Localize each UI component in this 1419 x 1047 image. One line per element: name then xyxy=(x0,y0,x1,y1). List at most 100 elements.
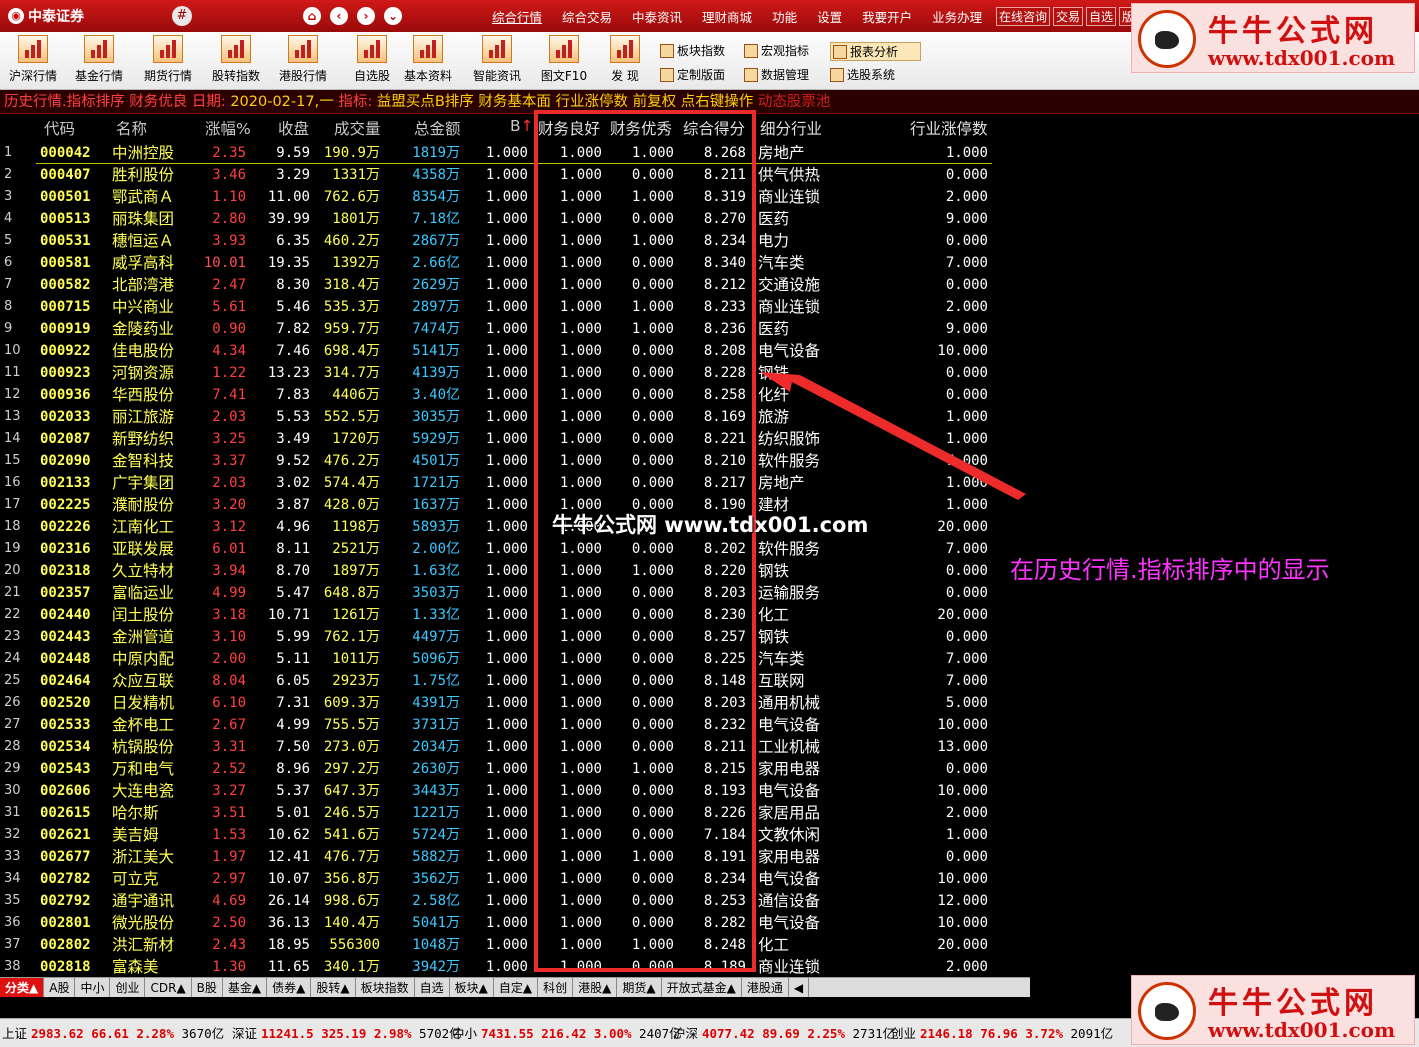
table-row[interactable]: 37 002802 洪汇新材 2.43 18.95 556300 1048万 1.000 1.0… xyxy=(0,934,1000,956)
toolbar-link[interactable]: 数据管理 xyxy=(744,66,809,83)
index-quote[interactable]: 深证 11241.5 325.19 2.98% 5702亿 xyxy=(232,1023,462,1042)
table-row[interactable]: 12 000936 华西股份 7.41 7.83 4406万 3.40亿 1.000 1.000… xyxy=(0,384,1000,406)
category-tab[interactable]: 科创 xyxy=(538,978,574,997)
table-row[interactable]: 27 002533 金杯电工 2.67 4.99 755.5万 3731万 1.000 1.00… xyxy=(0,714,1000,736)
category-tab[interactable]: 自选 xyxy=(415,978,450,997)
toolbar-button[interactable]: 自选股 xyxy=(341,35,403,84)
home-icon[interactable]: ⌂ xyxy=(303,7,321,25)
category-tab[interactable]: 基金▲ xyxy=(223,978,268,997)
col-header-name[interactable]: 名称 xyxy=(116,117,147,139)
category-tab[interactable]: B股 xyxy=(192,978,223,997)
category-tab[interactable]: 开放式基金▲ xyxy=(662,978,742,997)
category-tab[interactable]: CDR▲ xyxy=(145,978,192,997)
toolbar-link[interactable]: 报表分析 xyxy=(830,42,922,61)
table-row[interactable]: 26 002520 日发精机 6.10 7.31 609.3万 4391万 1.000 1.00… xyxy=(0,692,1000,714)
top-menu-item[interactable]: 综合行情 xyxy=(492,7,542,26)
category-tab[interactable]: 自定▲ xyxy=(494,978,539,997)
toolbar-button[interactable]: 图文F10 xyxy=(533,35,595,84)
category-tab[interactable]: 港股▲ xyxy=(573,978,618,997)
col-header-b[interactable]: B↑ xyxy=(510,117,534,135)
col-header-fin-good[interactable]: 财务良好 xyxy=(538,117,600,139)
table-row[interactable]: 38 002818 富森美 1.30 11.65 340.1万 3942万 1.000 1.00… xyxy=(0,956,1000,978)
col-header-pct[interactable]: 涨幅% xyxy=(205,117,251,139)
toolbar-button[interactable]: 智能资讯 xyxy=(466,35,528,84)
top-menu-item[interactable]: 设置 xyxy=(817,7,842,26)
dropdown-icon[interactable]: ⌄ xyxy=(384,7,402,25)
table-row[interactable]: 5 000531 穗恒运Ａ 3.93 6.35 460.2万 2867万 1.000 1.000… xyxy=(0,230,1000,252)
toolbar-link[interactable]: 定制版面 xyxy=(660,66,725,83)
table-row[interactable]: 11 000923 河钢资源 1.22 13.23 314.7万 4139万 1.000 1.0… xyxy=(0,362,1000,384)
toolbar-button[interactable]: 基本资料 xyxy=(397,35,459,84)
col-header-close[interactable]: 收盘 xyxy=(278,117,309,139)
table-row[interactable]: 16 002133 广宇集团 2.03 3.02 574.4万 1721万 1.000 1.00… xyxy=(0,472,1000,494)
table-row[interactable]: 1 000042 中洲控股 2.35 9.59 190.9万 1819万 1.000 1.000… xyxy=(0,142,1000,164)
top-menu-item[interactable]: 中泰资讯 xyxy=(632,7,682,26)
table-row[interactable]: 33 002677 浙江美大 1.97 12.41 476.7万 5882万 1.000 1.0… xyxy=(0,846,1000,868)
toolbar-link[interactable]: 宏观指标 xyxy=(744,42,809,59)
indicator-value[interactable]: 益盟买点B排序 xyxy=(377,94,474,110)
index-quote[interactable]: 创业 2146.18 76.96 3.72% 2091亿 xyxy=(891,1023,1113,1042)
index-quote[interactable]: 中小 7431.55 216.42 3.00% 2407亿 xyxy=(452,1023,682,1042)
toolbar-button[interactable]: 沪深行情 xyxy=(2,35,64,84)
col-header-amount[interactable]: 总金额 xyxy=(414,117,461,139)
col-header-limit-up[interactable]: 行业涨停数 xyxy=(910,117,988,139)
col-header-code[interactable]: 代码 xyxy=(44,117,75,139)
top-menu-item[interactable]: 我要开户 xyxy=(862,7,912,26)
category-tab[interactable]: A股 xyxy=(44,978,76,997)
table-row[interactable]: 13 002033 丽江旅游 2.03 5.53 552.5万 3035万 1.000 1.00… xyxy=(0,406,1000,428)
index-quote[interactable]: 上证 2983.62 66.61 2.28% 3670亿 xyxy=(2,1023,224,1042)
adjust-mode[interactable]: 前复权 xyxy=(633,94,677,110)
category-tab[interactable]: 港股通 xyxy=(742,978,789,997)
toolbar-button[interactable]: 港股行情 xyxy=(272,35,334,84)
category-tab[interactable]: 板块▲ xyxy=(450,978,494,997)
table-row[interactable]: 9 000919 金陵药业 0.90 7.82 959.7万 7474万 1.000 1.000… xyxy=(0,318,1000,340)
table-row[interactable]: 3 000501 鄂武商Ａ 1.10 11.00 762.6万 8354万 1.000 1.00… xyxy=(0,186,1000,208)
col-header-volume[interactable]: 成交量 xyxy=(334,117,381,139)
table-row[interactable]: 20 002318 久立特材 3.94 8.70 1897万 1.63亿 1.000 1.000… xyxy=(0,560,1000,582)
stock-pool[interactable]: 动态股票池 xyxy=(758,94,831,110)
toolbar-button[interactable]: 期货行情 xyxy=(137,35,199,84)
forward-icon[interactable]: › xyxy=(357,7,375,25)
table-row[interactable]: 4 000513 丽珠集团 2.80 39.99 1801万 7.18亿 1.000 1.000… xyxy=(0,208,1000,230)
toolbar-button[interactable]: 股转指数 xyxy=(205,35,267,84)
grid-icon[interactable]: # xyxy=(172,6,192,26)
table-row[interactable]: 34 002782 可立克 2.97 10.07 356.8万 3562万 1.000 1.00… xyxy=(0,868,1000,890)
table-row[interactable]: 22 002440 闰土股份 3.18 10.71 1261万 1.33亿 1.000 1.00… xyxy=(0,604,1000,626)
table-row[interactable]: 14 002087 新野纺织 3.25 3.49 1720万 5929万 1.000 1.000… xyxy=(0,428,1000,450)
toolbar-button[interactable]: 基金行情 xyxy=(68,35,130,84)
toolbar-link[interactable]: 选股系统 xyxy=(830,66,895,83)
top-menu-item[interactable]: 综合交易 xyxy=(562,7,612,26)
table-row[interactable]: 35 002792 通宇通讯 4.69 26.14 998.6万 2.58亿 1.000 1.0… xyxy=(0,890,1000,912)
date-value[interactable]: 2020-02-17,一 xyxy=(230,94,333,110)
top-menu-item[interactable]: 功能 xyxy=(772,7,797,26)
top-menu-item[interactable]: 理财商城 xyxy=(702,7,752,26)
filter-label[interactable]: 财务优良 xyxy=(129,94,187,110)
table-row[interactable]: 31 002615 哈尔斯 3.51 5.01 246.5万 1221万 1.000 1.000… xyxy=(0,802,1000,824)
toolbar-link[interactable]: 板块指数 xyxy=(660,42,725,59)
table-row[interactable]: 30 002606 大连电瓷 3.27 5.37 647.3万 3443万 1.000 1.00… xyxy=(0,780,1000,802)
table-row[interactable]: 6 000581 威孚高科 10.01 19.35 1392万 2.66亿 1.000 1.00… xyxy=(0,252,1000,274)
category-tab[interactable]: 创业 xyxy=(110,978,146,997)
table-row[interactable]: 21 002357 富临运业 4.99 5.47 648.8万 3503万 1.000 1.00… xyxy=(0,582,1000,604)
table-row[interactable]: 10 000922 佳电股份 4.34 7.46 698.4万 5141万 1.000 1.00… xyxy=(0,340,1000,362)
category-tab[interactable]: 期货▲ xyxy=(617,978,662,997)
table-row[interactable]: 25 002464 众应互联 8.04 6.05 2923万 1.75亿 1.000 1.000… xyxy=(0,670,1000,692)
table-row[interactable]: 15 002090 金智科技 3.37 9.52 476.2万 4501万 1.000 1.00… xyxy=(0,450,1000,472)
index-quote[interactable]: 沪深 4077.42 89.69 2.25% 2731亿 xyxy=(673,1023,895,1042)
table-row[interactable]: 7 000582 北部湾港 2.47 8.30 318.4万 2629万 1.000 1.000… xyxy=(0,274,1000,296)
table-row[interactable]: 8 000715 中兴商业 5.61 5.46 535.3万 2897万 1.000 1.000… xyxy=(0,296,1000,318)
top-button[interactable]: 在线咨询 xyxy=(996,7,1051,26)
mode-label[interactable]: 历史行情.指标排序 xyxy=(4,94,125,110)
table-row[interactable]: 23 002443 金洲管道 3.10 5.99 762.1万 4497万 1.000 1.00… xyxy=(0,626,1000,648)
category-tab[interactable]: 中小 xyxy=(75,978,111,997)
table-row[interactable]: 29 002543 万和电气 2.52 8.96 297.2万 2630万 1.000 1.00… xyxy=(0,758,1000,780)
table-row[interactable]: 36 002801 微光股份 2.50 36.13 140.4万 5041万 1.000 1.0… xyxy=(0,912,1000,934)
category-tab[interactable]: 分类▲ xyxy=(0,978,45,997)
table-row[interactable]: 24 002448 中原内配 2.00 5.11 1011万 5096万 1.000 1.000… xyxy=(0,648,1000,670)
tabs-scroll-left-icon[interactable]: ◀ xyxy=(789,978,810,997)
table-row[interactable]: 19 002316 亚联发展 6.01 8.11 2521万 2.00亿 1.000 1.000… xyxy=(0,538,1000,560)
table-row[interactable]: 32 002621 美吉姆 1.53 10.62 541.6万 5724万 1.000 1.00… xyxy=(0,824,1000,846)
top-button[interactable]: 自选 xyxy=(1086,7,1117,26)
col-header-industry[interactable]: 细分行业 xyxy=(760,117,822,139)
back-icon[interactable]: ‹ xyxy=(330,7,348,25)
